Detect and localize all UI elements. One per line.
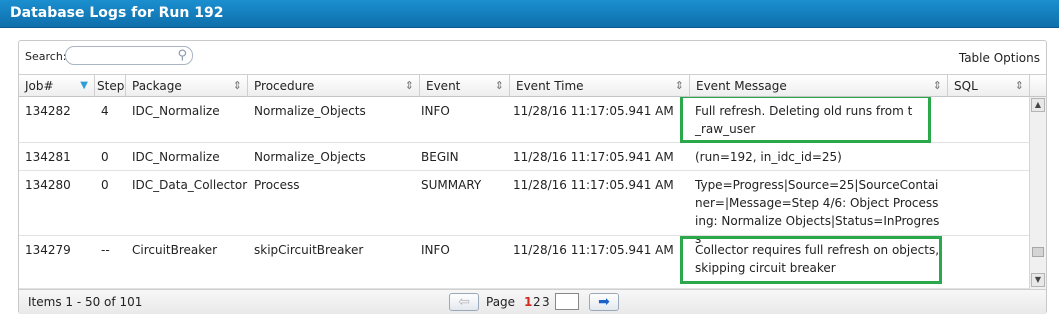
column-header-sql[interactable]: SQL ⇕ (948, 75, 1030, 97)
prev-page-button[interactable]: ⇦ (449, 293, 479, 311)
sort-icon[interactable]: ⇕ (675, 75, 684, 97)
window-title: Database Logs for Run 192 (10, 5, 224, 21)
package-cell: IDC_Normalize (132, 104, 220, 118)
package-cell: IDC_Data_Collector (132, 178, 248, 192)
job-cell: 134282 (25, 104, 71, 118)
column-header-label: Event (426, 79, 461, 93)
event-message-cell: (run=192, in_idc_id=25) (695, 150, 842, 164)
step-cell: -- (101, 243, 110, 257)
table-options-link[interactable]: Table Options (959, 51, 1040, 65)
column-header-event-message[interactable]: Event Message ⇕ (690, 75, 948, 97)
event-time-cell: 11/28/16 11:17:05.941 AM (513, 150, 674, 164)
event-time-cell: 11/28/16 11:17:05.941 AM (513, 243, 674, 257)
sort-icon[interactable]: ⇕ (405, 75, 414, 97)
package-cell: CircuitBreaker (132, 243, 218, 257)
page-link-1[interactable]: 1 (524, 295, 532, 309)
arrow-right-icon: ➡ (598, 294, 610, 310)
column-header-job[interactable]: Job# ▼ (19, 75, 95, 97)
column-header-label: Event Time (516, 79, 584, 93)
search-icon[interactable]: ⚲ (177, 48, 187, 63)
sql-cell (948, 171, 958, 176)
column-header-event[interactable]: Event ⇕ (420, 75, 510, 97)
package-cell: IDC_Normalize (132, 150, 220, 164)
step-cell: 0 (101, 150, 109, 164)
table-body: 134282 4 IDC_Normalize Normalize_Objects… (19, 97, 1029, 289)
job-cell: 134279 (25, 243, 71, 257)
scroll-up-icon[interactable]: ▲ (1031, 98, 1045, 112)
sql-cell (948, 143, 958, 148)
page-link-3[interactable]: 3 (542, 295, 550, 309)
column-header-label: Step (97, 79, 125, 93)
next-page-button[interactable]: ➡ (589, 293, 619, 311)
sort-icon[interactable]: ⇕ (1015, 75, 1024, 97)
step-cell: 0 (101, 178, 109, 192)
sql-cell (948, 97, 958, 102)
table-row[interactable]: 134280 0 IDC_Data_Collector Process SUMM… (19, 171, 1029, 246)
event-time-cell: 11/28/16 11:17:05.941 AM (513, 178, 674, 192)
sort-icon[interactable]: ⇕ (933, 75, 942, 97)
table-footer: Items 1 - 50 of 101 ⇦ Page 1 2 3 ➡ (19, 289, 1046, 314)
column-header-label: Procedure (254, 79, 315, 93)
scroll-down-icon[interactable]: ▼ (1031, 273, 1045, 287)
items-count: Items 1 - 50 of 101 (28, 295, 143, 309)
column-header-step[interactable]: Step (95, 75, 126, 97)
column-header-label: Package (132, 79, 182, 93)
job-cell: 134281 (25, 150, 71, 164)
search-input[interactable]: ⚲ (65, 46, 193, 65)
event-cell: INFO (421, 104, 450, 118)
procedure-cell: Normalize_Objects (254, 104, 366, 118)
arrow-left-icon: ⇦ (458, 294, 470, 310)
page-number-input[interactable] (555, 293, 579, 310)
column-header-label: SQL (954, 79, 978, 93)
column-header-package[interactable]: Package ⇕ (126, 75, 248, 97)
sql-cell (948, 236, 958, 241)
procedure-cell: skipCircuitBreaker (254, 243, 364, 257)
scrollbar-thumb[interactable] (1032, 247, 1044, 257)
logs-panel: Search: ⚲ Table Options Job# ▼ Step Pack… (18, 40, 1047, 314)
step-cell: 4 (101, 104, 109, 118)
window-title-bar: Database Logs for Run 192 (0, 0, 1059, 28)
column-header-procedure[interactable]: Procedure ⇕ (248, 75, 420, 97)
filter-icon[interactable]: ▼ (80, 75, 88, 97)
sort-icon[interactable]: ⇕ (495, 75, 504, 97)
highlight-box (680, 236, 942, 284)
event-cell: BEGIN (421, 150, 459, 164)
page-label: Page (486, 295, 516, 309)
sort-icon[interactable]: ⇕ (233, 75, 242, 97)
table-row[interactable]: 134281 0 IDC_Normalize Normalize_Objects… (19, 143, 1029, 171)
event-cell: SUMMARY (421, 178, 482, 192)
search-label: Search: (25, 50, 67, 63)
column-header-label: Job# (25, 79, 54, 93)
event-time-cell: 11/28/16 11:17:05.941 AM (513, 104, 674, 118)
column-header-label: Event Message (696, 79, 787, 93)
procedure-cell: Process (254, 178, 300, 192)
column-header-event-time[interactable]: Event Time ⇕ (510, 75, 690, 97)
event-cell: INFO (421, 243, 450, 257)
highlight-box (680, 97, 931, 143)
vertical-scrollbar[interactable]: ▲ ▼ (1029, 97, 1046, 289)
page-link-2[interactable]: 2 (533, 295, 541, 309)
table-header: Job# ▼ Step Package ⇕ Procedure ⇕ Event … (19, 74, 1046, 97)
job-cell: 134280 (25, 178, 71, 192)
procedure-cell: Normalize_Objects (254, 150, 366, 164)
